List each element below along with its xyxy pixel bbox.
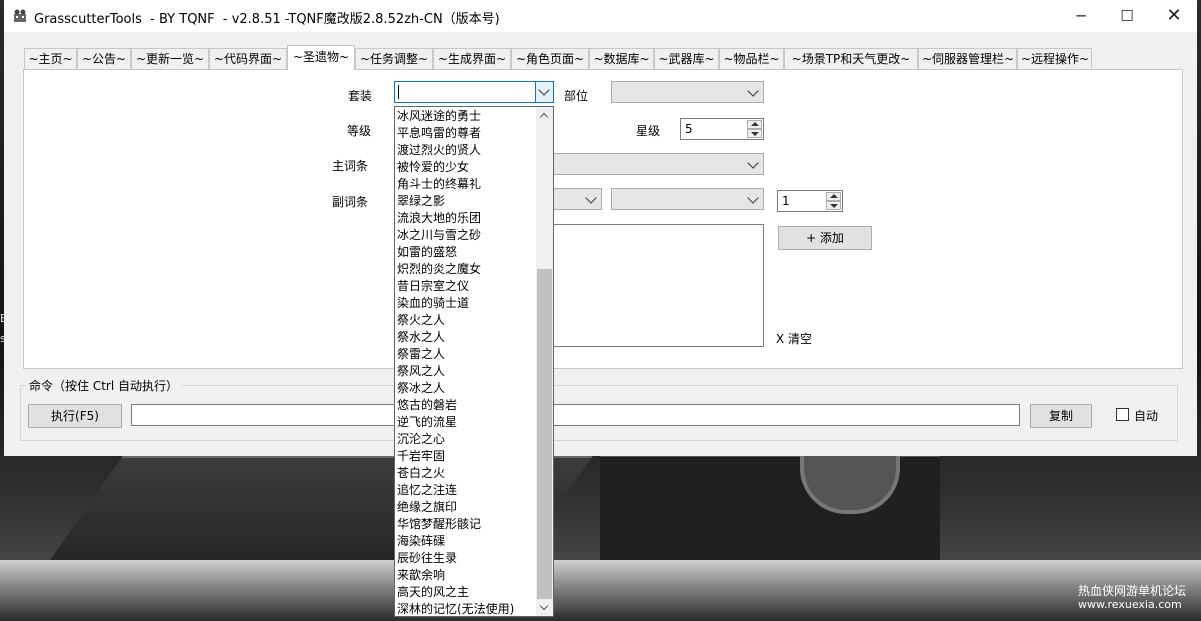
watermark-url: www.rexuexia.com [1078,598,1182,611]
dropdown-item[interactable]: 祭水之人 [397,329,537,346]
dropdown-item[interactable]: 平息鸣雷的尊者 [397,125,537,142]
dropdown-item[interactable]: 如雷的盛怒 [397,244,537,261]
dropdown-item[interactable]: 冰之川与雪之砂 [397,227,537,244]
dropdown-item[interactable]: 染血的骑士道 [397,295,537,312]
chevron-down-icon [747,192,759,204]
main-stat-combobox[interactable] [544,153,764,175]
set-dropdown-list[interactable]: 冰风迷途的勇士 平息鸣雷的尊者 渡过烈火的贤人 被怜爱的少女 角斗士的终幕礼 翠绿之影 流浪… [394,106,554,617]
star-label: 星级 [636,124,661,138]
auto-checkbox[interactable] [1116,408,1129,421]
dropdown-item[interactable]: 祭风之人 [397,363,537,380]
spin-down-icon[interactable] [747,129,762,138]
app-icon [14,9,26,22]
star-spinner[interactable]: 5 [680,118,764,140]
dropdown-item[interactable]: 昔日宗室之仪 [397,278,537,295]
sub-stat-value-combobox[interactable] [611,188,764,210]
tab-updates[interactable]: ~更新一览~ [131,48,209,69]
dropdown-item[interactable]: 来歆余响 [397,567,537,584]
dropdown-item[interactable]: 追忆之注连 [397,482,537,499]
auto-label: 自动 [1134,409,1159,423]
tab-weapons[interactable]: ~武器库~ [654,48,719,69]
tab-scene-weather[interactable]: ~场景TP和天气更改~ [784,48,918,69]
tab-code[interactable]: ~代码界面~ [209,48,287,69]
title-bar[interactable]: GrasscutterTools - BY TQNF - v2.8.51 -TQ… [4,0,1197,32]
chevron-down-icon [747,157,759,169]
chevron-down-icon [538,84,550,96]
slot-label: 部位 [564,89,589,103]
tab-announcement[interactable]: ~公告~ [77,48,131,69]
dropdown-item[interactable]: 深林的记忆(无法使用) [397,601,537,616]
tab-database[interactable]: ~数据库~ [589,48,654,69]
sub-stat-count: 1 [782,194,790,208]
dropdown-item[interactable]: 角斗士的终幕礼 [397,176,537,193]
command-group-label: 命令（按住 Ctrl 自动执行） [26,377,181,394]
sub-stat-label: 副词条 [332,195,369,209]
text-caret [398,85,399,99]
dropdown-item[interactable]: 高天的风之主 [397,584,537,601]
dropdown-item[interactable]: 渡过烈火的贤人 [397,142,537,159]
dropdown-item[interactable]: 悠古的磐岩 [397,397,537,414]
tab-home[interactable]: ~主页~ [24,48,77,69]
set-dropdown-button[interactable] [535,82,553,102]
sub-stat-list[interactable] [544,224,764,347]
add-sub-stat-button[interactable]: + 添加 [778,226,872,250]
clear-button[interactable]: X 清空 [776,330,812,347]
site-watermark: 热血侠网游单机论坛 www.rexuexia.com [1078,584,1186,612]
tab-inventory[interactable]: ~物品栏~ [719,48,784,69]
dropdown-item[interactable]: 祭火之人 [397,312,537,329]
spin-down-icon[interactable] [826,201,841,210]
tab-quest[interactable]: ~任务调整~ [355,48,433,69]
set-label: 套装 [348,89,373,103]
maximize-button[interactable]: ☐ [1104,0,1150,32]
sub-stat-count-spinner[interactable]: 1 [777,190,843,212]
app-window: GrasscutterTools - BY TQNF - v2.8.51 -TQ… [4,0,1197,456]
tab-character[interactable]: ~角色页面~ [511,48,589,69]
command-input[interactable] [131,404,1020,426]
dropdown-item[interactable]: 苍白之火 [397,465,537,482]
tab-artifact[interactable]: ~圣遗物~ [287,45,355,70]
main-stat-label: 主词条 [332,159,369,173]
dropdown-item[interactable]: 冰风迷途的勇士 [397,108,537,125]
tab-remote[interactable]: ~远程操作~ [1017,48,1092,69]
copy-button[interactable]: 复制 [1030,404,1092,428]
minimize-button[interactable]: ─ [1058,0,1104,32]
dropdown-item[interactable]: 被怜爱的少女 [397,159,537,176]
dropdown-item[interactable]: 辰砂往生录 [397,550,537,567]
dropdown-item[interactable]: 祭雷之人 [397,346,537,363]
tab-spawn[interactable]: ~生成界面~ [433,48,511,69]
close-button[interactable]: ✕ [1151,0,1197,32]
execute-button[interactable]: 执行(F5) [28,404,122,428]
scrollbar-thumb[interactable] [537,269,552,599]
window-title: GrasscutterTools - BY TQNF - v2.8.51 -TQ… [34,12,500,27]
scroll-down-icon[interactable] [536,599,553,616]
slot-combobox[interactable] [611,81,764,103]
dropdown-scrollbar[interactable] [536,107,553,616]
tab-server-management[interactable]: ~伺服器管理栏~ [918,48,1017,69]
spin-up-icon[interactable] [747,120,762,129]
dropdown-item[interactable]: 海染砗磲 [397,533,537,550]
watermark-title: 热血侠网游单机论坛 [1078,584,1187,598]
dropdown-item[interactable]: 炽烈的炎之魔女 [397,261,537,278]
star-value: 5 [685,122,693,136]
dropdown-item[interactable]: 逆飞的流星 [397,414,537,431]
dropdown-item[interactable]: 沉沦之心 [397,431,537,448]
scroll-up-icon[interactable] [536,107,553,124]
set-combobox[interactable] [394,81,554,103]
background-floor [0,560,1201,621]
dropdown-item[interactable]: 绝缘之旗印 [397,499,537,516]
level-label: 等级 [347,124,372,138]
dropdown-item[interactable]: 千岩牢固 [397,448,537,465]
dropdown-item[interactable]: 祭冰之人 [397,380,537,397]
dropdown-item[interactable]: 翠绿之影 [397,193,537,210]
chevron-down-icon [747,85,759,97]
chevron-down-icon [585,192,597,204]
spin-up-icon[interactable] [826,192,841,201]
dropdown-item[interactable]: 华馆梦醒形骸记 [397,516,537,533]
dropdown-item[interactable]: 流浪大地的乐团 [397,210,537,227]
